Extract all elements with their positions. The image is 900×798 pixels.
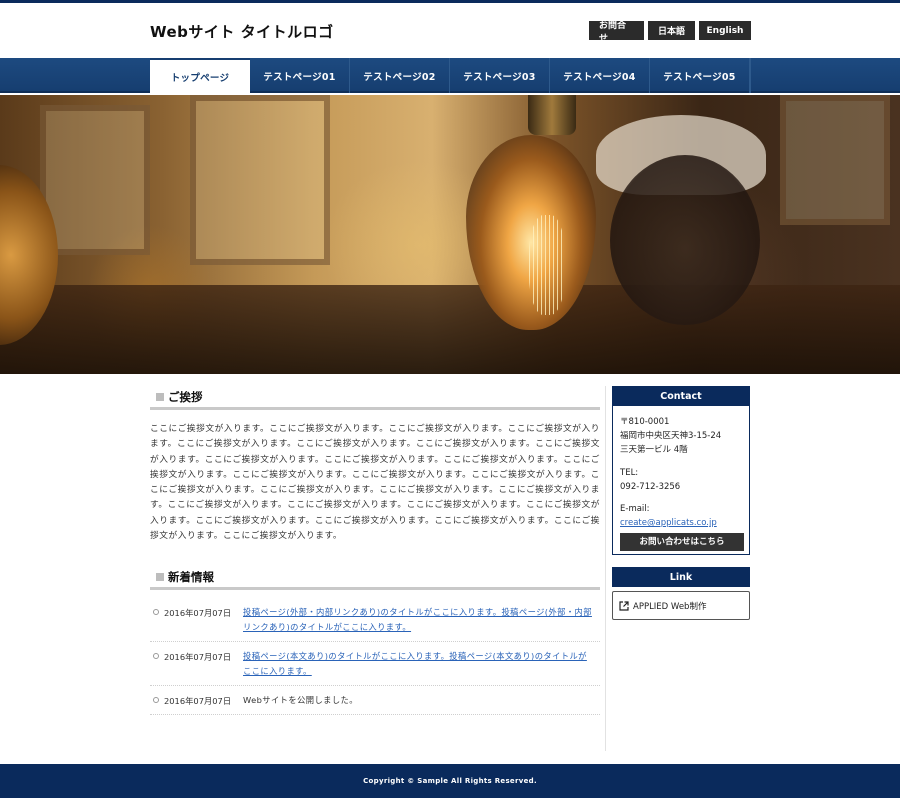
inquiry-button[interactable]: お問い合わせはこちら xyxy=(620,533,744,552)
greeting-heading: ご挨拶 xyxy=(150,386,600,410)
copyright-text: Copyright © Sample All Rights Reserved. xyxy=(363,777,537,785)
email-link[interactable]: create@applicats.co.jp xyxy=(620,516,742,530)
bulb-socket xyxy=(528,95,576,135)
hero-wall xyxy=(0,285,900,374)
news-text: Webサイトを公開しました。 xyxy=(243,695,358,706)
news-list: 2016年07月07日 投稿ページ(外部・内部リンクあり)のタイトルがここに入り… xyxy=(150,598,600,716)
nav-item-test05[interactable]: テストページ05 xyxy=(650,58,750,93)
japanese-button[interactable]: 日本語 xyxy=(648,21,695,40)
address-line-1: 福岡市中央区天神3-15-24 xyxy=(620,431,722,442)
news-item: 2016年07月07日 Webサイトを公開しました。 xyxy=(150,686,600,716)
column-divider xyxy=(605,386,606,751)
background-frame xyxy=(40,105,150,255)
external-link-icon xyxy=(619,600,629,611)
bullet-circle-icon xyxy=(153,697,159,704)
greeting-body: ここにご挨拶文が入ります。ここにご挨拶文が入ります。ここにご挨拶文が入ります。こ… xyxy=(150,424,600,542)
nav-item-test03[interactable]: テストページ03 xyxy=(450,58,550,93)
site-logo[interactable]: Webサイト タイトルロゴ xyxy=(150,21,334,42)
news-date: 2016年07月07日 xyxy=(150,693,243,708)
contact-header-button[interactable]: お問合せ xyxy=(589,21,644,44)
news-date-text: 2016年07月07日 xyxy=(164,608,232,619)
main-content: ご挨拶 ここにご挨拶文が入ります。ここにご挨拶文が入ります。ここにご挨拶文が入り… xyxy=(150,386,600,716)
postal-code: 〒810-0001 xyxy=(620,417,670,427)
news-title: 新着情報 xyxy=(168,569,214,584)
global-nav: トップページ テストページ01 テストページ02 テストページ03 テストページ… xyxy=(0,58,900,93)
link-heading: Link xyxy=(612,567,750,587)
bulb-filament xyxy=(529,215,565,315)
applied-link-label: APPLIED Web制作 xyxy=(633,601,707,612)
address-line-2: 三天第一ビル 4階 xyxy=(620,445,688,456)
applied-link[interactable]: APPLIED Web制作 xyxy=(612,591,750,620)
greeting-title: ご挨拶 xyxy=(168,389,203,404)
nav-item-test04[interactable]: テストページ04 xyxy=(550,58,650,93)
heading-square-icon xyxy=(156,572,164,581)
news-item: 2016年07月07日 投稿ページ(外部・内部リンクあり)のタイトルがここに入り… xyxy=(150,598,600,643)
news-link[interactable]: 投稿ページ(本文あり)のタイトルがここに入ります。投稿ページ(本文あり)のタイト… xyxy=(243,649,593,679)
header-buttons: お問合せ 日本語 English xyxy=(589,21,751,44)
news-link[interactable]: 投稿ページ(外部・内部リンクあり)のタイトルがここに入ります。投稿ページ(外部・… xyxy=(243,605,593,635)
news-heading: 新着情報 xyxy=(150,566,600,591)
news-date: 2016年07月07日 xyxy=(150,649,243,679)
sidebar: Contact 〒810-0001 福岡市中央区天神3-15-24 三天第一ビル… xyxy=(612,386,750,620)
tel-number: 092-712-3256 xyxy=(620,481,681,492)
nav-item-test02[interactable]: テストページ02 xyxy=(350,58,450,93)
person-face xyxy=(610,155,760,325)
bullet-circle-icon xyxy=(153,609,159,616)
hero-image xyxy=(0,95,900,374)
bullet-circle-icon xyxy=(153,653,159,660)
tel-label: TEL: xyxy=(620,467,639,478)
news-item: 2016年07月07日 投稿ページ(本文あり)のタイトルがここに入ります。投稿ペ… xyxy=(150,642,600,687)
nav-divider xyxy=(750,58,751,93)
site-header: Webサイト タイトルロゴ お問合せ 日本語 English xyxy=(0,3,900,58)
news-date-text: 2016年07月07日 xyxy=(164,696,232,707)
nav-item-test01[interactable]: テストページ01 xyxy=(250,58,350,93)
email-label: E-mail: xyxy=(620,504,650,515)
news-date: 2016年07月07日 xyxy=(150,605,243,635)
contact-box: 〒810-0001 福岡市中央区天神3-15-24 三天第一ビル 4階 TEL:… xyxy=(612,406,750,555)
nav-items: トップページ テストページ01 テストページ02 テストページ03 テストページ… xyxy=(150,58,750,93)
english-button[interactable]: English xyxy=(699,21,751,40)
background-frame xyxy=(190,95,330,265)
heading-square-icon xyxy=(156,392,164,401)
contact-heading: Contact xyxy=(612,386,750,406)
background-frame xyxy=(780,95,890,225)
nav-item-top[interactable]: トップページ xyxy=(150,58,250,93)
news-date-text: 2016年07月07日 xyxy=(164,652,232,663)
site-footer: Copyright © Sample All Rights Reserved. xyxy=(0,764,900,798)
